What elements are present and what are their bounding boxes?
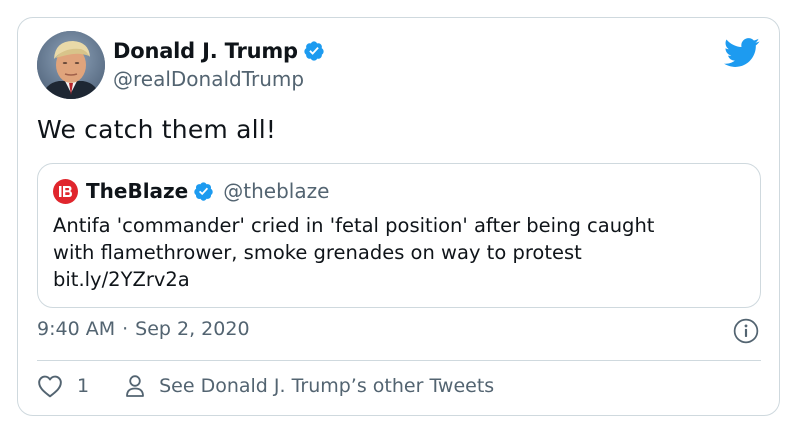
person-icon <box>126 375 144 397</box>
see-other-tweets-label: See Donald J. Trump’s other Tweets <box>159 375 495 397</box>
author-info[interactable]: Donald J. Trump @realDonaldTrump <box>113 36 325 91</box>
tweet-time: 9:40 AM <box>37 318 116 340</box>
quoted-text-line: Antifa 'commander' cried in 'fetal posit… <box>53 214 655 237</box>
quoted-author-name[interactable]: TheBlaze <box>86 179 188 203</box>
twitter-bird-icon[interactable] <box>724 38 760 68</box>
quoted-tweet-header: TheBlaze @theblaze <box>53 177 329 205</box>
heart-icon <box>38 375 62 398</box>
quoted-tweet-text: Antifa 'commander' cried in 'fetal posit… <box>53 212 743 293</box>
info-icon[interactable] <box>733 318 759 344</box>
divider <box>37 360 761 361</box>
tweet-actions: 1 See Donald J. Trump’s other Tweets <box>37 374 494 398</box>
avatar-image <box>37 31 105 99</box>
tweet-text: We catch them all! <box>37 115 277 144</box>
see-other-tweets-link[interactable]: See Donald J. Trump’s other Tweets <box>125 374 494 398</box>
like-button[interactable]: 1 <box>37 374 89 398</box>
like-count: 1 <box>77 375 90 397</box>
tweet-date: Sep 2, 2020 <box>135 318 250 340</box>
tweet-embed-card[interactable]: Donald J. Trump @realDonaldTrump We catc… <box>17 17 780 416</box>
author-name[interactable]: Donald J. Trump <box>113 39 298 63</box>
quoted-link[interactable]: bit.ly/2YZrv2a <box>53 266 743 293</box>
verified-badge-icon <box>304 41 324 61</box>
theblaze-logo-icon[interactable] <box>53 178 78 204</box>
verified-badge-icon <box>194 181 213 201</box>
author-name-row: Donald J. Trump <box>113 36 325 66</box>
author-handle[interactable]: @realDonaldTrump <box>113 67 325 91</box>
separator-dot: · <box>122 318 129 340</box>
quoted-text-line: with flamethrower, smoke grenades on way… <box>53 241 582 264</box>
quoted-tweet[interactable]: TheBlaze @theblaze Antifa 'commander' cr… <box>37 163 761 308</box>
author-avatar[interactable] <box>37 31 105 99</box>
tweet-timestamp[interactable]: 9:40 AM · Sep 2, 2020 <box>37 318 250 340</box>
quoted-author-handle[interactable]: @theblaze <box>223 179 329 203</box>
blaze-b-icon <box>59 185 72 197</box>
